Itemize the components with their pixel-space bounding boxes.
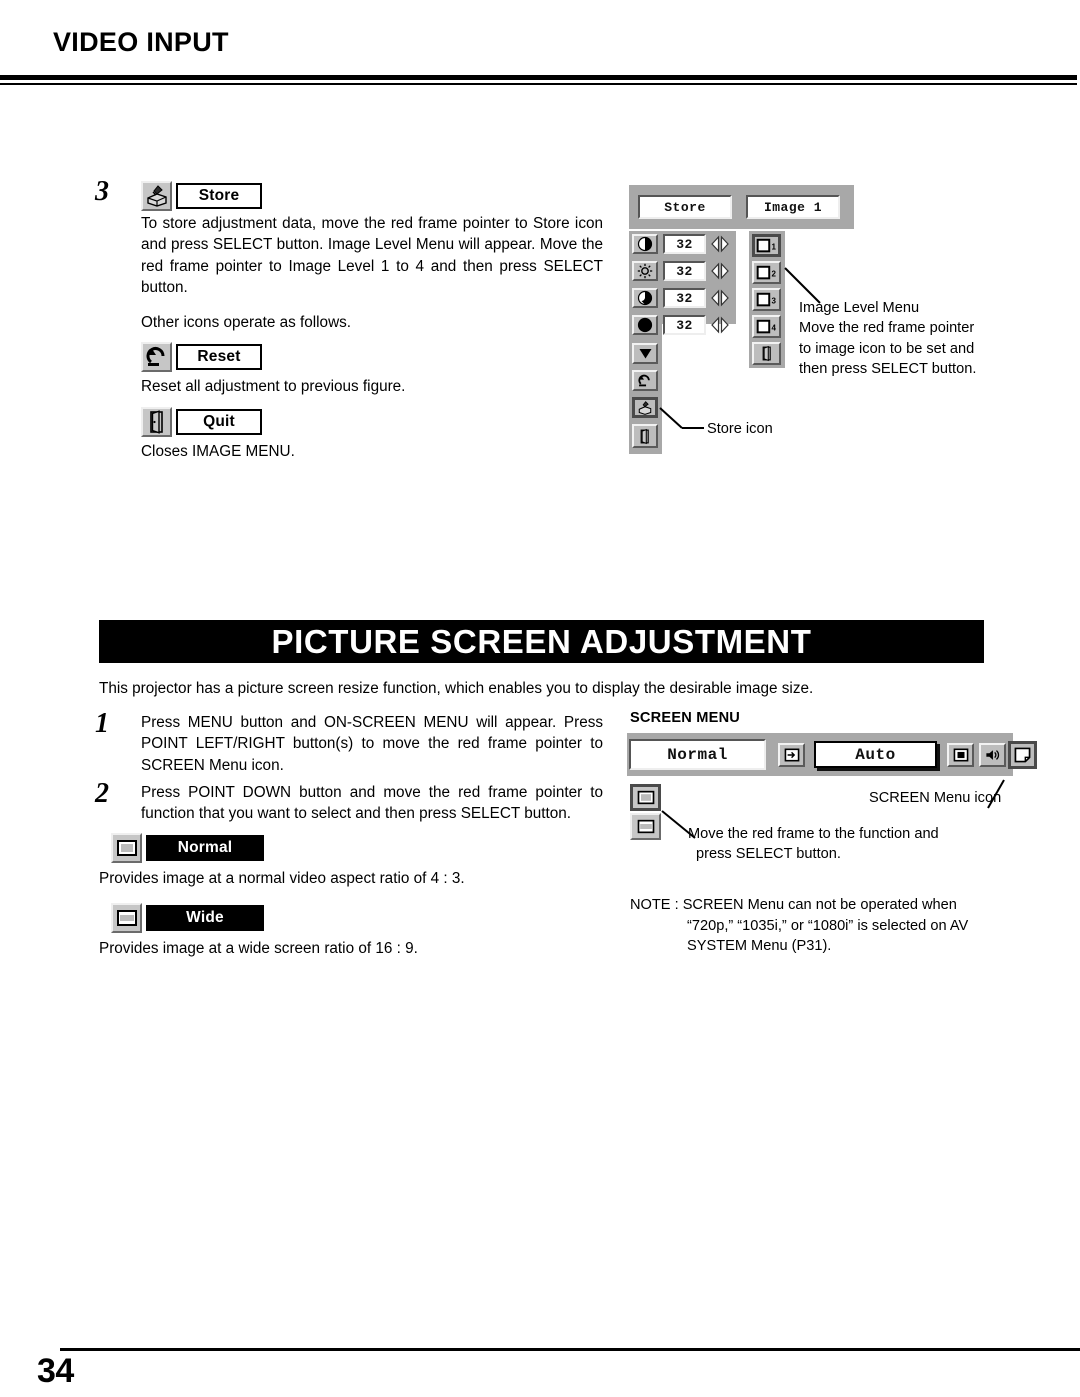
note-line-2: “720p,” “1035i,” or “1080i” is selected … <box>687 917 969 934</box>
reset-description: Reset all adjustment to previous figure. <box>141 378 406 395</box>
screen-menu-icon-callout: SCREEN Menu icon <box>869 790 1002 806</box>
callout-line-1: Image Level Menu <box>799 300 920 316</box>
step-3-number: 3 <box>95 176 109 207</box>
door-exit-icon-glyph <box>149 410 163 434</box>
step-1-paragraph: Press MENU button and ON-SCREEN MENU wil… <box>141 714 603 774</box>
store-icon-glyph <box>146 185 167 207</box>
image-level-menu-callout: Image Level Menu Move the red frame poin… <box>799 298 1014 380</box>
frame-callout-line-2: press SELECT button. <box>696 846 841 863</box>
store-label: Store <box>176 183 262 209</box>
step-2-number: 2 <box>95 778 109 809</box>
frame-callout-line-1: Move the red frame to the function and <box>688 826 939 842</box>
intro-paragraph: This projector has a picture screen resi… <box>99 680 814 697</box>
page-title: VIDEO INPUT <box>53 27 229 57</box>
section-banner-title: PICTURE SCREEN ADJUSTMENT <box>271 622 812 660</box>
other-icons-line: Other icons operate as follows. <box>141 314 352 331</box>
quit-label: Quit <box>176 409 262 435</box>
door-exit-icon[interactable] <box>141 407 172 437</box>
note-line-1: NOTE : SCREEN Menu can not be operated w… <box>630 897 957 913</box>
wide-screen-icon[interactable] <box>111 903 142 933</box>
reset-arrow-icon-glyph <box>146 347 164 366</box>
callout-line-4: then press SELECT button. <box>799 361 977 378</box>
reset-arrow-icon[interactable] <box>141 342 172 372</box>
wide-option-row[interactable]: Wide <box>111 903 264 933</box>
page-number: 34 <box>37 1352 74 1390</box>
normal-option-row[interactable]: Normal <box>111 833 264 863</box>
normal-description: Provides image at a normal video aspect … <box>99 870 465 887</box>
normal-screen-icon[interactable] <box>111 833 142 863</box>
step-2-paragraph: Press POINT DOWN button and move the red… <box>141 784 603 823</box>
step-1-number: 1 <box>95 708 109 739</box>
step-3-paragraph: To store adjustment data, move the red f… <box>141 215 603 297</box>
screen-menu-heading: SCREEN MENU <box>630 710 741 726</box>
callout-line-2: Move the red frame pointer <box>799 320 975 337</box>
wide-label: Wide <box>146 905 264 931</box>
footer-rule <box>60 1348 1080 1351</box>
normal-screen-icon-glyph <box>116 840 137 856</box>
reset-label: Reset <box>176 344 262 370</box>
header-rule-thin <box>0 83 1077 85</box>
store-icon-row[interactable]: Store <box>141 181 262 211</box>
quit-icon-row[interactable]: Quit <box>141 407 262 437</box>
screen-menu-frame-callout: Move the red frame to the function and p… <box>688 824 1018 865</box>
wide-screen-icon-glyph <box>116 910 137 926</box>
wide-description: Provides image at a wide screen ratio of… <box>99 940 418 957</box>
note-line-3: SYSTEM Menu (P31). <box>687 938 832 955</box>
normal-label: Normal <box>146 835 264 861</box>
store-icon-callout: Store icon <box>707 421 773 437</box>
quit-description: Closes IMAGE MENU. <box>141 443 295 460</box>
reset-icon-row[interactable]: Reset <box>141 342 262 372</box>
section-banner: PICTURE SCREEN ADJUSTMENT <box>99 620 984 663</box>
header-rule-thick <box>0 75 1077 80</box>
note-block: NOTE : SCREEN Menu can not be operated w… <box>630 895 1018 957</box>
callout-line-3: to image icon to be set and <box>799 340 975 357</box>
store-icon[interactable] <box>141 181 172 211</box>
